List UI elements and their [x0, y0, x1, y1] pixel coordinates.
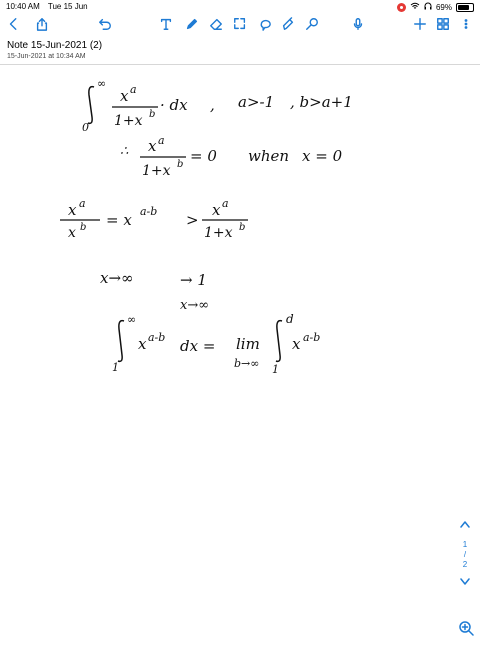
condition-a: a>-1 [238, 93, 274, 111]
screen-record-icon [396, 2, 406, 12]
therefore-sign: ∴ [120, 144, 129, 159]
lim-sub: b→∞ [234, 357, 259, 370]
integral-sign-2 [117, 319, 125, 363]
page-navigator: 1 / 2 [458, 520, 472, 590]
battery-icon [456, 2, 474, 12]
undo-icon[interactable] [97, 16, 113, 32]
wifi-icon [410, 2, 420, 12]
chevron-up-icon[interactable] [458, 520, 472, 532]
microphone-icon[interactable] [350, 16, 366, 32]
dx-1: · dx [160, 96, 188, 114]
when-word: when [248, 147, 289, 165]
page-indicator: 1 / 2 [458, 540, 472, 570]
battery-percent: 69% [435, 2, 452, 12]
gt-sign: > [186, 211, 199, 229]
note-header: Note 15-Jun-2021 (2) 15-Jun-2021 at 10:3… [0, 38, 480, 65]
dx-eq: dx = [180, 337, 215, 355]
chevron-down-icon[interactable] [458, 578, 472, 590]
x3: x [292, 335, 301, 353]
int1-upper: ∞ [97, 77, 106, 90]
share-icon[interactable] [34, 16, 50, 32]
text-tool-icon[interactable] [158, 16, 174, 32]
frac2-num-exp: a [158, 134, 165, 147]
note-title[interactable]: Note 15-Jun-2021 (2) [7, 40, 102, 51]
condition-b: , b>a+1 [290, 93, 353, 111]
more-icon[interactable] [458, 16, 474, 32]
frac4-num-exp: a [222, 197, 229, 210]
status-date: Tue 15 Jun [47, 2, 88, 11]
shapes-icon[interactable] [256, 16, 272, 32]
integral-sign-3 [275, 319, 283, 363]
headphones-icon [424, 2, 432, 12]
frac4-num: x [212, 201, 221, 219]
eraser-icon[interactable] [208, 16, 224, 32]
frac3-num-exp: a [79, 197, 86, 210]
pen-icon[interactable] [184, 16, 200, 32]
int3-upper: d [286, 312, 294, 326]
back-icon[interactable] [6, 16, 22, 32]
eq-x: = x [106, 211, 132, 229]
frac4-den-exp: b [239, 222, 245, 233]
comma-1: , [210, 96, 215, 114]
lasso-icon[interactable] [232, 16, 248, 32]
frac3-den-exp: b [80, 222, 86, 233]
int2-upper: ∞ [127, 313, 136, 326]
x-to-infinity: x→∞ [100, 269, 134, 287]
page-current: 1 [462, 540, 468, 549]
status-bar: 10:40 AM Tue 15 Jun 69% [0, 0, 480, 14]
toolbar [0, 14, 480, 36]
frac3-den: x [68, 225, 76, 241]
int1-lower: 0 [82, 121, 89, 134]
tends-to-one: → 1 [180, 271, 207, 289]
magic-icon[interactable] [304, 16, 320, 32]
int2-lower: 1 [112, 361, 119, 374]
grid-icon[interactable] [435, 16, 451, 32]
handwritten-math: ∞ 0 x a 1+x b · dx , a>-1 , b>a+1 ∴ x a … [60, 77, 353, 376]
note-date: 15-Jun-2021 at 10:34 AM [7, 53, 86, 60]
zoom-in-icon[interactable] [458, 620, 474, 636]
frac2-den-exp: b [177, 159, 183, 170]
x2-exp: a-b [148, 331, 165, 344]
x-to-infinity-2: x→∞ [180, 298, 209, 313]
eq-zero: = 0 [190, 147, 217, 165]
frac2-den: 1+x [142, 163, 171, 179]
lim: lim [236, 335, 260, 353]
page-total: 2 [462, 560, 468, 569]
status-time: 10:40 AM [6, 2, 40, 11]
frac1-num: x [120, 87, 129, 105]
x-eq-zero: x = 0 [302, 147, 343, 165]
frac3-num: x [68, 201, 77, 219]
frac1-num-exp: a [130, 83, 137, 96]
frac2-num: x [148, 137, 157, 155]
x2: x [138, 335, 147, 353]
int3-lower: 1 [272, 363, 279, 376]
frac1-den-exp: b [149, 109, 155, 120]
highlighter-icon[interactable] [280, 16, 296, 32]
page-separator: / [463, 550, 467, 559]
exp-ab: a-b [140, 205, 157, 218]
handwriting-canvas[interactable]: ∞ 0 x a 1+x b · dx , a>-1 , b>a+1 ∴ x a … [0, 65, 480, 640]
integral-sign-1 [87, 85, 95, 125]
x3-exp: a-b [303, 331, 320, 344]
frac4-den: 1+x [204, 225, 233, 241]
add-page-icon[interactable] [412, 16, 428, 32]
frac1-den: 1+x [114, 113, 143, 129]
